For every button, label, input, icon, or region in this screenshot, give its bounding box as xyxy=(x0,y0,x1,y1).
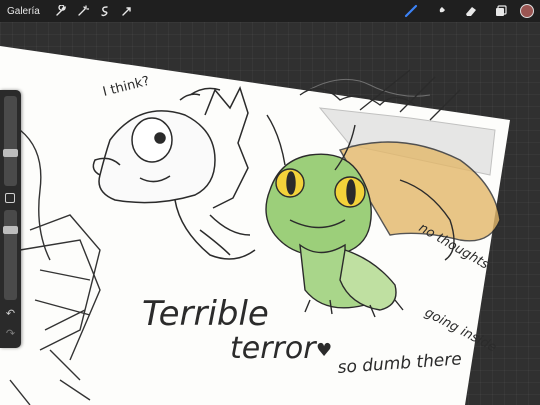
top-toolbar: Galería xyxy=(0,0,540,22)
note-heart: ♥ xyxy=(316,340,332,361)
note-terror: terror xyxy=(230,331,317,366)
brush-size-slider[interactable] xyxy=(3,96,18,186)
toolbar-right-group xyxy=(400,0,534,22)
modify-button[interactable] xyxy=(5,193,15,203)
wrench-icon[interactable] xyxy=(50,0,72,22)
left-sidebar: ↶ ↷ xyxy=(0,90,21,348)
drawing-canvas[interactable]: I think? Terrible terror ♥ so dumb there… xyxy=(0,0,540,405)
layers-icon[interactable] xyxy=(490,0,512,22)
brush-icon[interactable] xyxy=(400,0,422,22)
undo-icon[interactable]: ↶ xyxy=(4,308,17,320)
color-picker-swatch[interactable] xyxy=(520,4,534,18)
smudge-icon[interactable] xyxy=(430,0,452,22)
gallery-button[interactable]: Galería xyxy=(7,6,40,17)
opacity-slider[interactable] xyxy=(3,210,18,300)
redo-icon[interactable]: ↷ xyxy=(4,328,17,340)
note-terrible: Terrible xyxy=(142,294,269,334)
eraser-icon[interactable] xyxy=(460,0,482,22)
selection-icon[interactable] xyxy=(94,0,116,22)
magic-wand-icon[interactable] xyxy=(72,0,94,22)
brush-size-thumb[interactable] xyxy=(3,149,18,158)
opacity-thumb[interactable] xyxy=(3,226,18,235)
transform-icon[interactable] xyxy=(116,0,138,22)
